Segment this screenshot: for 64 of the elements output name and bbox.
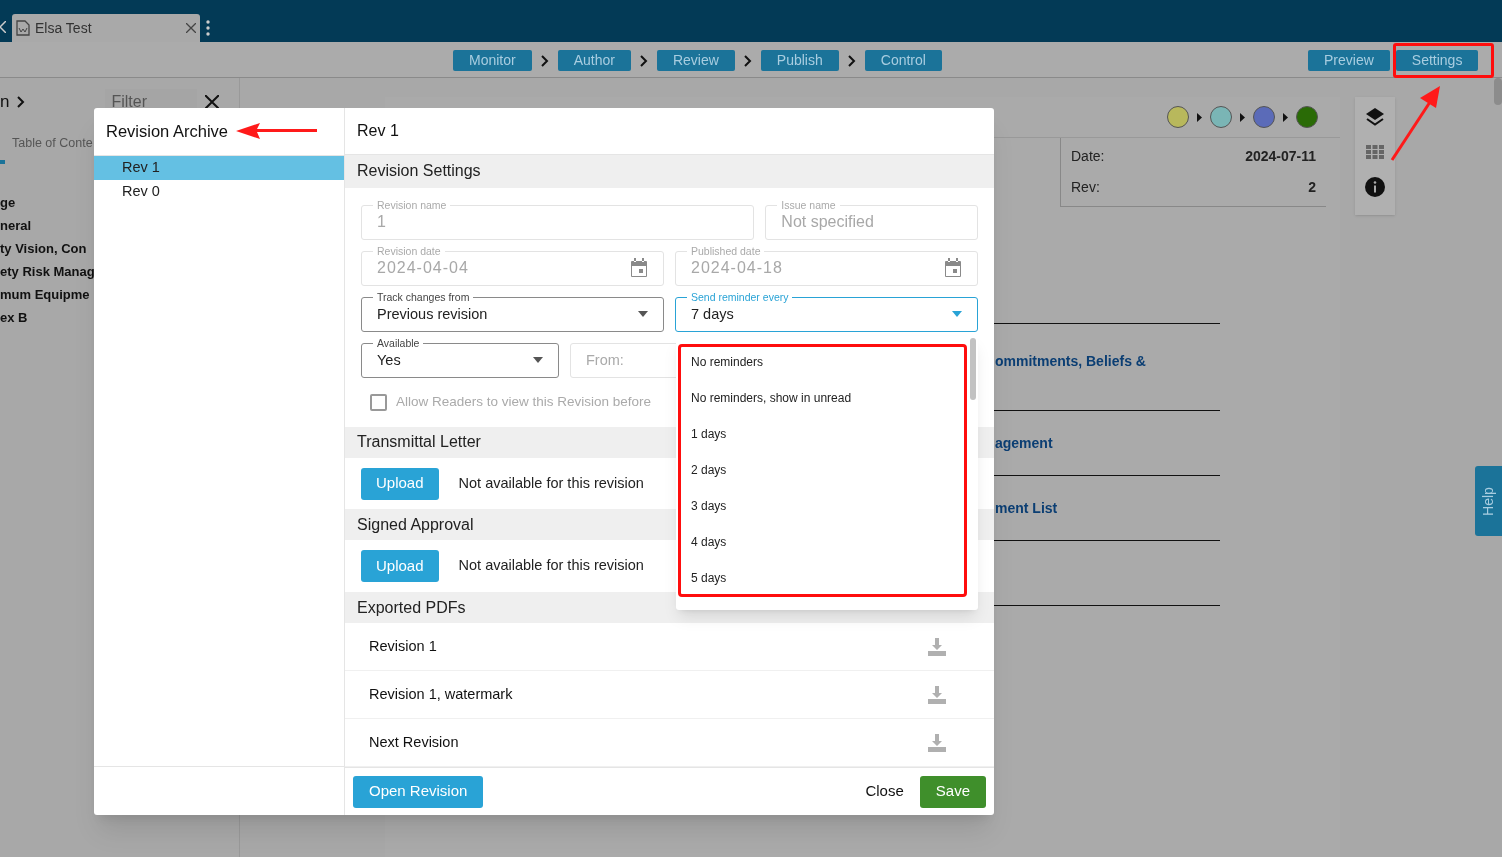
breadcrumb[interactable]: n [0,89,10,115]
save-button[interactable]: Save [919,775,986,808]
field-value: Yes [377,350,402,370]
caret-icon [638,311,648,318]
scrollbar-thumb[interactable] [970,338,976,400]
field-value: Previous revision [377,304,489,324]
status-text: Not available for this revision [458,473,644,493]
download-icon[interactable] [928,637,946,656]
more-icon[interactable] [206,20,210,36]
play-icon [1240,112,1245,122]
field-value: 7 days [691,304,735,324]
contents-item[interactable]: mum Equipme [0,285,90,308]
download-icon[interactable] [928,685,946,704]
field-placeholder: From: [586,350,624,370]
info-value: 2024-07-11 [1245,147,1316,166]
field-value: 2024-04-18 [691,258,784,279]
pdf-row[interactable]: Next Revision [345,719,994,768]
chevron-icon [639,54,648,67]
back-icon[interactable] [0,21,6,33]
play-icon [1283,112,1288,122]
chevron-icon [17,96,26,108]
close-icon[interactable] [205,95,220,109]
section-header: Revision Settings [345,154,994,188]
pdf-row[interactable]: Revision 1 [345,623,994,672]
dialog-title: Revision Archive [106,121,228,143]
caret-icon [952,311,962,318]
contents-item[interactable]: ty Vision, Con [0,239,87,262]
info-value: 2 [1308,178,1316,197]
checkbox[interactable] [370,393,387,411]
checkbox-label: Allow Readers to view this Revision before [396,393,652,412]
tab-title: Elsa Test [35,18,93,38]
contents-link[interactable]: ment List [995,497,1058,519]
chevron-icon [743,54,752,67]
calendar-icon [944,258,962,279]
close-button[interactable]: Close [857,775,912,808]
info-label: Date: [1071,147,1105,166]
field-value: 2024-04-04 [377,258,470,279]
field-value: Not specified [781,212,875,233]
contents-link[interactable]: ommitments, Beliefs & [995,353,1146,369]
revision-item[interactable]: Rev 0 [94,180,344,204]
layers-icon[interactable] [1365,107,1385,127]
revision-heading: Rev 1 [357,120,399,141]
browser-tab[interactable]: Elsa Test [12,14,200,42]
scrollbar-thumb[interactable] [1494,78,1502,105]
contents-item[interactable]: ety Risk Manag [0,262,95,285]
play-icon [1197,112,1202,122]
status-text: Not available for this revision [458,556,644,576]
info-icon[interactable] [1365,177,1385,197]
info-label: Rev: [1071,178,1100,197]
download-icon[interactable] [928,733,946,752]
calendar-icon [630,258,648,279]
contents-item[interactable]: ge [0,193,16,216]
chevron-icon [847,54,856,67]
menu-option[interactable]: No reminders, show in unread [676,380,978,416]
grid-icon[interactable] [1366,145,1384,159]
contents-link[interactable]: agement [995,432,1053,454]
revision-item[interactable]: Rev 1 [94,156,344,180]
document-icon [16,20,30,36]
pdf-row[interactable]: Revision 1, watermark [345,671,994,720]
chevron-icon [540,54,549,67]
caret-icon [533,357,543,364]
field-value: 1 [377,212,387,233]
contents-item[interactable]: ex B [0,308,28,331]
contents-item[interactable]: neral [0,216,32,239]
